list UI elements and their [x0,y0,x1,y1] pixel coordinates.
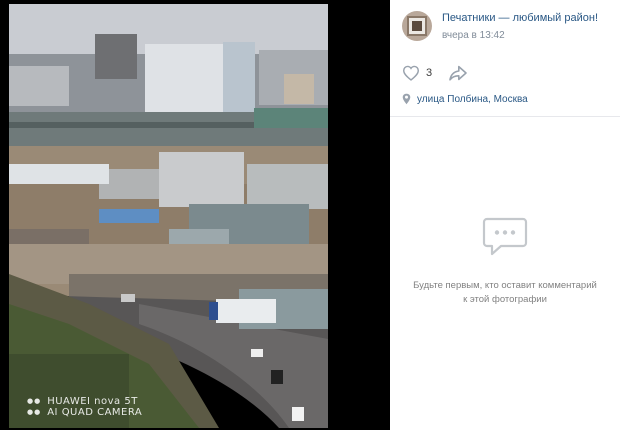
panel-divider [390,116,620,117]
empty-comments-placeholder: Будьте первым, кто оставит комментарий к… [390,215,620,307]
post-date[interactable]: вчера в 13:42 [442,30,598,42]
like-button[interactable]: 3 [402,65,432,81]
empty-comments-text: Будьте первым, кто оставит комментарий к… [413,280,597,305]
share-arrow-icon [449,65,467,81]
comment-bubble-icon [482,217,528,256]
post-header: Печатники — любимый район! вчера в 13:42 [390,0,620,57]
post-location: улица Полбина, Москва [390,88,620,110]
group-name-link[interactable]: Печатники — любимый район! [442,12,598,25]
camera-watermark: ●● HUAWEI nova 5T ●● AI QUAD CAMERA [27,396,142,418]
post-photo[interactable]: ●● HUAWEI nova 5T ●● AI QUAD CAMERA [9,4,328,428]
post-actions: 3 [390,59,620,87]
avatar-image [407,16,427,36]
heart-icon [402,65,420,81]
like-count: 3 [426,67,433,79]
post-info-panel: Печатники — любимый район! вчера в 13:42… [390,0,620,430]
share-button[interactable] [448,65,468,81]
location-link[interactable]: улица Полбина, Москва [417,94,528,105]
watermark-model: HUAWEI nova 5T [47,396,138,407]
watermark-camera: AI QUAD CAMERA [47,407,143,418]
camera-dots-icon-2: ●● [27,408,42,416]
camera-dots-icon: ●● [27,397,42,405]
construction-site-photo [9,4,328,428]
group-avatar[interactable] [402,11,432,41]
location-pin-icon [402,93,411,105]
post-header-text: Печатники — любимый район! вчера в 13:42 [442,11,598,42]
